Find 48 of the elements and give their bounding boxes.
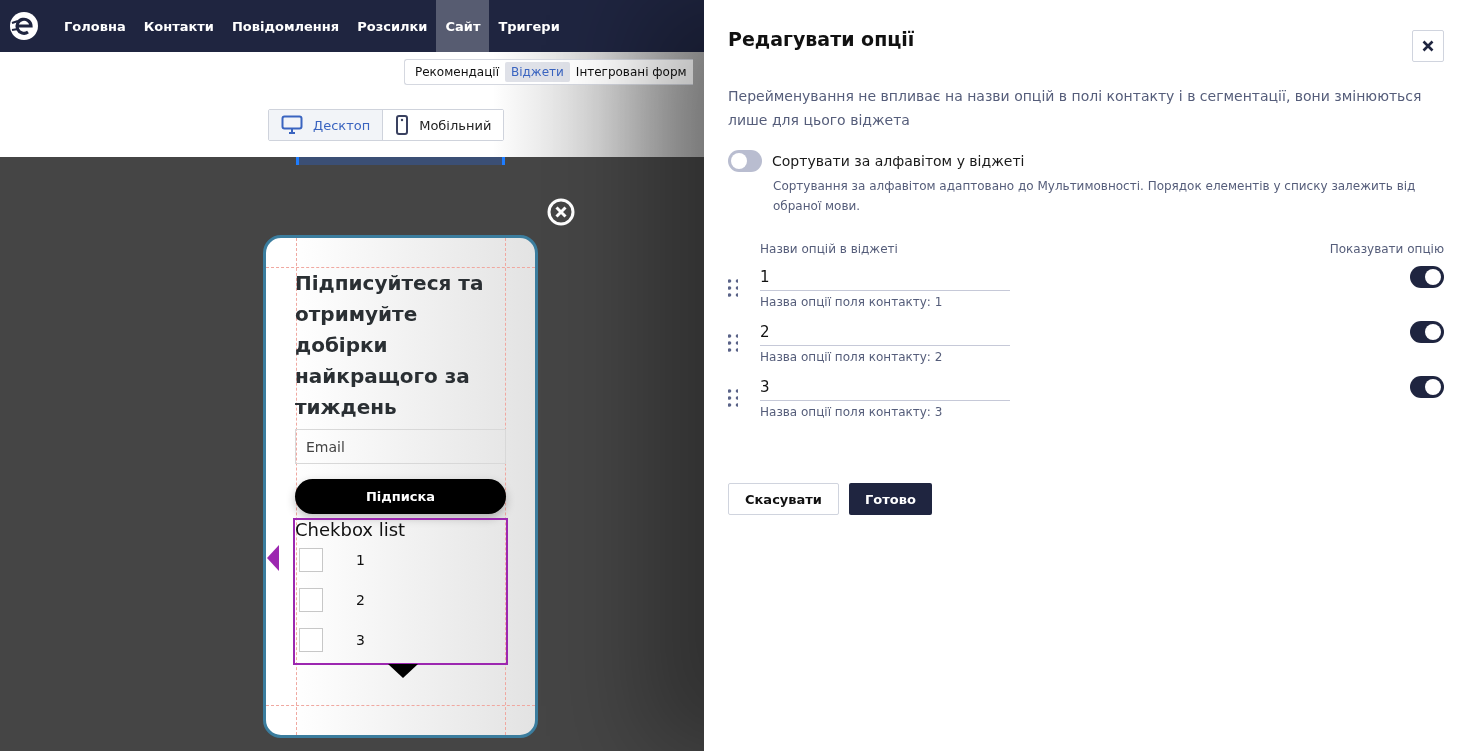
checkbox-label: 3 (356, 632, 365, 648)
sort-toggle[interactable] (728, 150, 762, 172)
drag-handle-icon[interactable] (728, 389, 738, 407)
option-note: Назва опції поля контакту: 3 (760, 405, 944, 419)
email-field[interactable]: Email (295, 429, 506, 464)
option-note: Назва опції поля контакту: 2 (760, 350, 944, 364)
nav-tab[interactable]: Розсилки (348, 0, 437, 52)
phone-icon (395, 115, 410, 135)
show-option-toggle[interactable] (1410, 376, 1444, 398)
nav-tab[interactable]: Головна (55, 0, 135, 52)
bottom-handle-icon[interactable] (387, 663, 419, 679)
close-icon[interactable] (547, 198, 575, 226)
checkbox[interactable] (299, 588, 323, 612)
widget-title: Підписуйтеся та отримуйте добірки найкращого за тиждень (295, 270, 485, 421)
device-button[interactable]: Десктоп (269, 110, 383, 140)
logo-icon[interactable] (9, 11, 39, 41)
nav-tab[interactable]: Контакти (134, 0, 223, 52)
subscribe-button[interactable]: Підписка (295, 479, 506, 514)
sort-hint: Сортування за алфавітом адаптовано до Мультимовності. Порядок елементів у списку залежить від обраної мови. (773, 178, 1417, 215)
cancel-button[interactable]: Скасувати (728, 483, 839, 515)
nav-tab[interactable]: Тригери (489, 0, 569, 52)
show-option-toggle[interactable] (1410, 321, 1444, 343)
checkbox-label: 2 (356, 592, 365, 608)
drag-handle-icon[interactable] (728, 334, 738, 352)
nav-tab[interactable]: Повідомлення (223, 0, 349, 52)
close-button[interactable] (1412, 30, 1444, 62)
left-handle-icon[interactable] (266, 544, 280, 572)
device-button[interactable]: Мобільний (382, 110, 504, 140)
show-option-toggle[interactable] (1410, 266, 1444, 288)
subtab[interactable]: Рекомендації (409, 62, 505, 82)
column-header: Назви опцій в віджеті (760, 242, 898, 256)
done-button[interactable]: Готово (848, 483, 932, 515)
checkbox[interactable] (299, 548, 323, 572)
monitor-icon (281, 115, 303, 135)
panel-description: Перейменування не впливає на назви опцій в полі контакту і в сегментації, вони змінюються лише для цього віджета (728, 87, 1423, 130)
close-icon (1422, 40, 1434, 52)
panel-title: Редагувати опції (728, 28, 915, 50)
column-header: Показувати опцію (1329, 242, 1444, 256)
checkbox-list-title: Chekbox list (295, 518, 407, 542)
resize-handle[interactable] (296, 157, 505, 165)
option-note: Назва опції поля контакту: 1 (760, 295, 944, 309)
subtab[interactable]: Віджети (505, 62, 570, 82)
checkbox[interactable] (299, 628, 323, 652)
drag-handle-icon[interactable] (728, 279, 738, 297)
checkbox-label: 1 (356, 552, 365, 568)
sort-label: Сортувати за алфавітом у віджеті (772, 153, 1025, 169)
nav-tab[interactable]: Сайт (436, 0, 490, 52)
subtab[interactable]: Інтегровані форм (569, 62, 693, 82)
